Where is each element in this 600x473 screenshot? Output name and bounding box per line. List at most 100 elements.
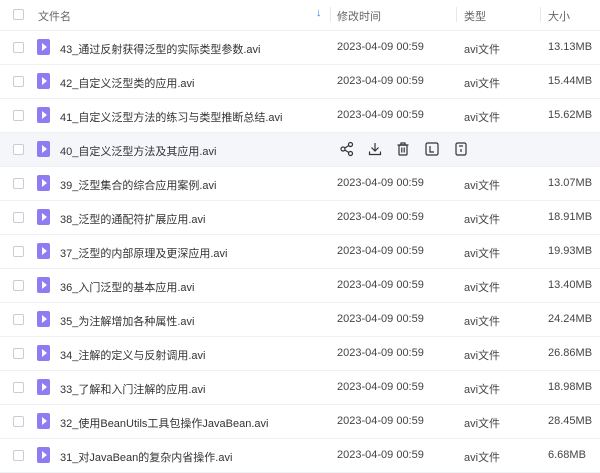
table-row[interactable]: 37_泛型的内部原理及更深应用.avi 2023-04-09 00:59 avi… [0,235,600,269]
file-size: 18.91MB [548,211,593,223]
file-name[interactable]: 39_泛型集合的综合应用案例.avi [60,177,216,193]
file-size: 15.44MB [548,75,593,87]
row-checkbox[interactable] [13,76,24,87]
table-row[interactable]: 41_自定义泛型方法的练习与类型推断总结.avi 2023-04-09 00:5… [0,99,600,133]
sort-down-arrow-icon[interactable]: ↓ [316,7,322,19]
file-name[interactable]: 31_对JavaBean的复杂内省操作.avi [60,449,232,465]
column-divider[interactable] [540,7,541,22]
column-header-modified[interactable]: 修改时间 [337,8,381,24]
row-checkbox[interactable] [13,246,24,257]
download-icon[interactable] [367,141,383,157]
file-name[interactable]: 43_通过反射获得泛型的实际类型参数.avi [60,41,260,57]
modified-time: 2023-04-09 00:59 [337,245,424,257]
file-type: avi文件 [464,316,501,328]
row-checkbox[interactable] [13,178,24,189]
share-icon[interactable] [339,141,355,157]
file-name[interactable]: 37_泛型的内部原理及更深应用.avi [60,245,227,261]
column-divider[interactable] [456,7,457,22]
select-all-checkbox[interactable] [13,9,24,20]
file-type: avi文件 [464,44,501,56]
row-checkbox[interactable] [13,382,24,393]
table-row[interactable]: 35_为注解增加各种属性.avi 2023-04-09 00:59 avi文件 … [0,303,600,337]
file-name[interactable]: 33_了解和入门注解的应用.avi [60,381,205,397]
file-type: avi文件 [464,282,501,294]
column-header-type[interactable]: 类型 [464,8,486,24]
file-size: 13.07MB [548,177,593,189]
file-size: 13.40MB [548,279,593,291]
file-name[interactable]: 32_使用BeanUtils工具包操作JavaBean.avi [60,415,268,431]
column-header-size[interactable]: 大小 [548,8,570,24]
file-type: avi文件 [464,112,501,124]
video-file-icon [37,209,50,225]
video-file-icon [37,141,50,157]
file-type: avi文件 [464,78,501,90]
table-row[interactable]: 39_泛型集合的综合应用案例.avi 2023-04-09 00:59 avi文… [0,167,600,201]
file-name[interactable]: 34_注解的定义与反射调用.avi [60,347,205,363]
modified-time: 2023-04-09 00:59 [337,313,424,325]
file-type: avi文件 [464,418,501,430]
file-size: 18.98MB [548,381,593,393]
video-file-icon [37,379,50,395]
row-checkbox[interactable] [13,416,24,427]
column-divider[interactable] [330,7,331,22]
video-file-icon [37,447,50,463]
file-size: 26.86MB [548,347,593,359]
delete-icon[interactable] [395,141,411,157]
file-name[interactable]: 38_泛型的通配符扩展应用.avi [60,211,205,227]
table-row[interactable]: 42_自定义泛型类的应用.avi 2023-04-09 00:59 avi文件 … [0,65,600,99]
modified-time: 2023-04-09 00:59 [337,177,424,189]
video-file-icon [37,175,50,191]
file-size: 28.45MB [548,415,593,427]
file-name[interactable]: 41_自定义泛型方法的练习与类型推断总结.avi [60,109,282,125]
modified-time: 2023-04-09 00:59 [337,211,424,223]
row-checkbox[interactable] [13,348,24,359]
table-row[interactable]: 31_对JavaBean的复杂内省操作.avi 2023-04-09 00:59… [0,439,600,473]
file-table: 文件名 ↓ 修改时间 类型 大小 43_通过反射获得泛型的实际类型参数.avi … [0,0,600,473]
modified-time: 2023-04-09 00:59 [337,75,424,87]
file-name[interactable]: 42_自定义泛型类的应用.avi [60,75,194,91]
video-file-icon [37,311,50,327]
table-row[interactable]: 43_通过反射获得泛型的实际类型参数.avi 2023-04-09 00:59 … [0,31,600,65]
file-type: avi文件 [464,384,501,396]
table-row[interactable]: 33_了解和入门注解的应用.avi 2023-04-09 00:59 avi文件… [0,371,600,405]
table-row-hovered[interactable]: 40_自定义泛型方法及其应用.avi [0,133,600,167]
row-checkbox[interactable] [13,144,24,155]
video-file-icon [37,345,50,361]
table-row[interactable]: 36_入门泛型的基本应用.avi 2023-04-09 00:59 avi文件 … [0,269,600,303]
file-name[interactable]: 36_入门泛型的基本应用.avi [60,279,194,295]
row-checkbox[interactable] [13,450,24,461]
modified-time: 2023-04-09 00:59 [337,449,424,461]
file-name[interactable]: 40_自定义泛型方法及其应用.avi [60,143,216,159]
video-file-icon [37,277,50,293]
file-type: avi文件 [464,180,501,192]
video-file-icon [37,73,50,89]
file-type: avi文件 [464,214,501,226]
column-header-name[interactable]: 文件名 [38,8,71,24]
more-icon[interactable] [453,141,469,157]
file-name[interactable]: 35_为注解增加各种属性.avi [60,313,194,329]
video-file-icon [37,243,50,259]
modified-time: 2023-04-09 00:59 [337,381,424,393]
rename-icon[interactable] [424,141,440,157]
modified-time: 2023-04-09 00:59 [337,415,424,427]
row-checkbox[interactable] [13,42,24,53]
file-type: avi文件 [464,248,501,260]
row-checkbox[interactable] [13,280,24,291]
modified-time: 2023-04-09 00:59 [337,41,424,53]
table-row[interactable]: 32_使用BeanUtils工具包操作JavaBean.avi 2023-04-… [0,405,600,439]
file-type: avi文件 [464,452,501,464]
row-checkbox[interactable] [13,314,24,325]
table-header: 文件名 ↓ 修改时间 类型 大小 [0,0,600,31]
modified-time: 2023-04-09 00:59 [337,279,424,291]
modified-time: 2023-04-09 00:59 [337,347,424,359]
file-size: 15.62MB [548,109,593,121]
video-file-icon [37,107,50,123]
table-row[interactable]: 38_泛型的通配符扩展应用.avi 2023-04-09 00:59 avi文件… [0,201,600,235]
file-size: 13.13MB [548,41,593,53]
table-row[interactable]: 34_注解的定义与反射调用.avi 2023-04-09 00:59 avi文件… [0,337,600,371]
modified-time: 2023-04-09 00:59 [337,109,424,121]
row-checkbox[interactable] [13,212,24,223]
file-size: 24.24MB [548,313,593,325]
row-checkbox[interactable] [13,110,24,121]
file-size: 19.93MB [548,245,593,257]
